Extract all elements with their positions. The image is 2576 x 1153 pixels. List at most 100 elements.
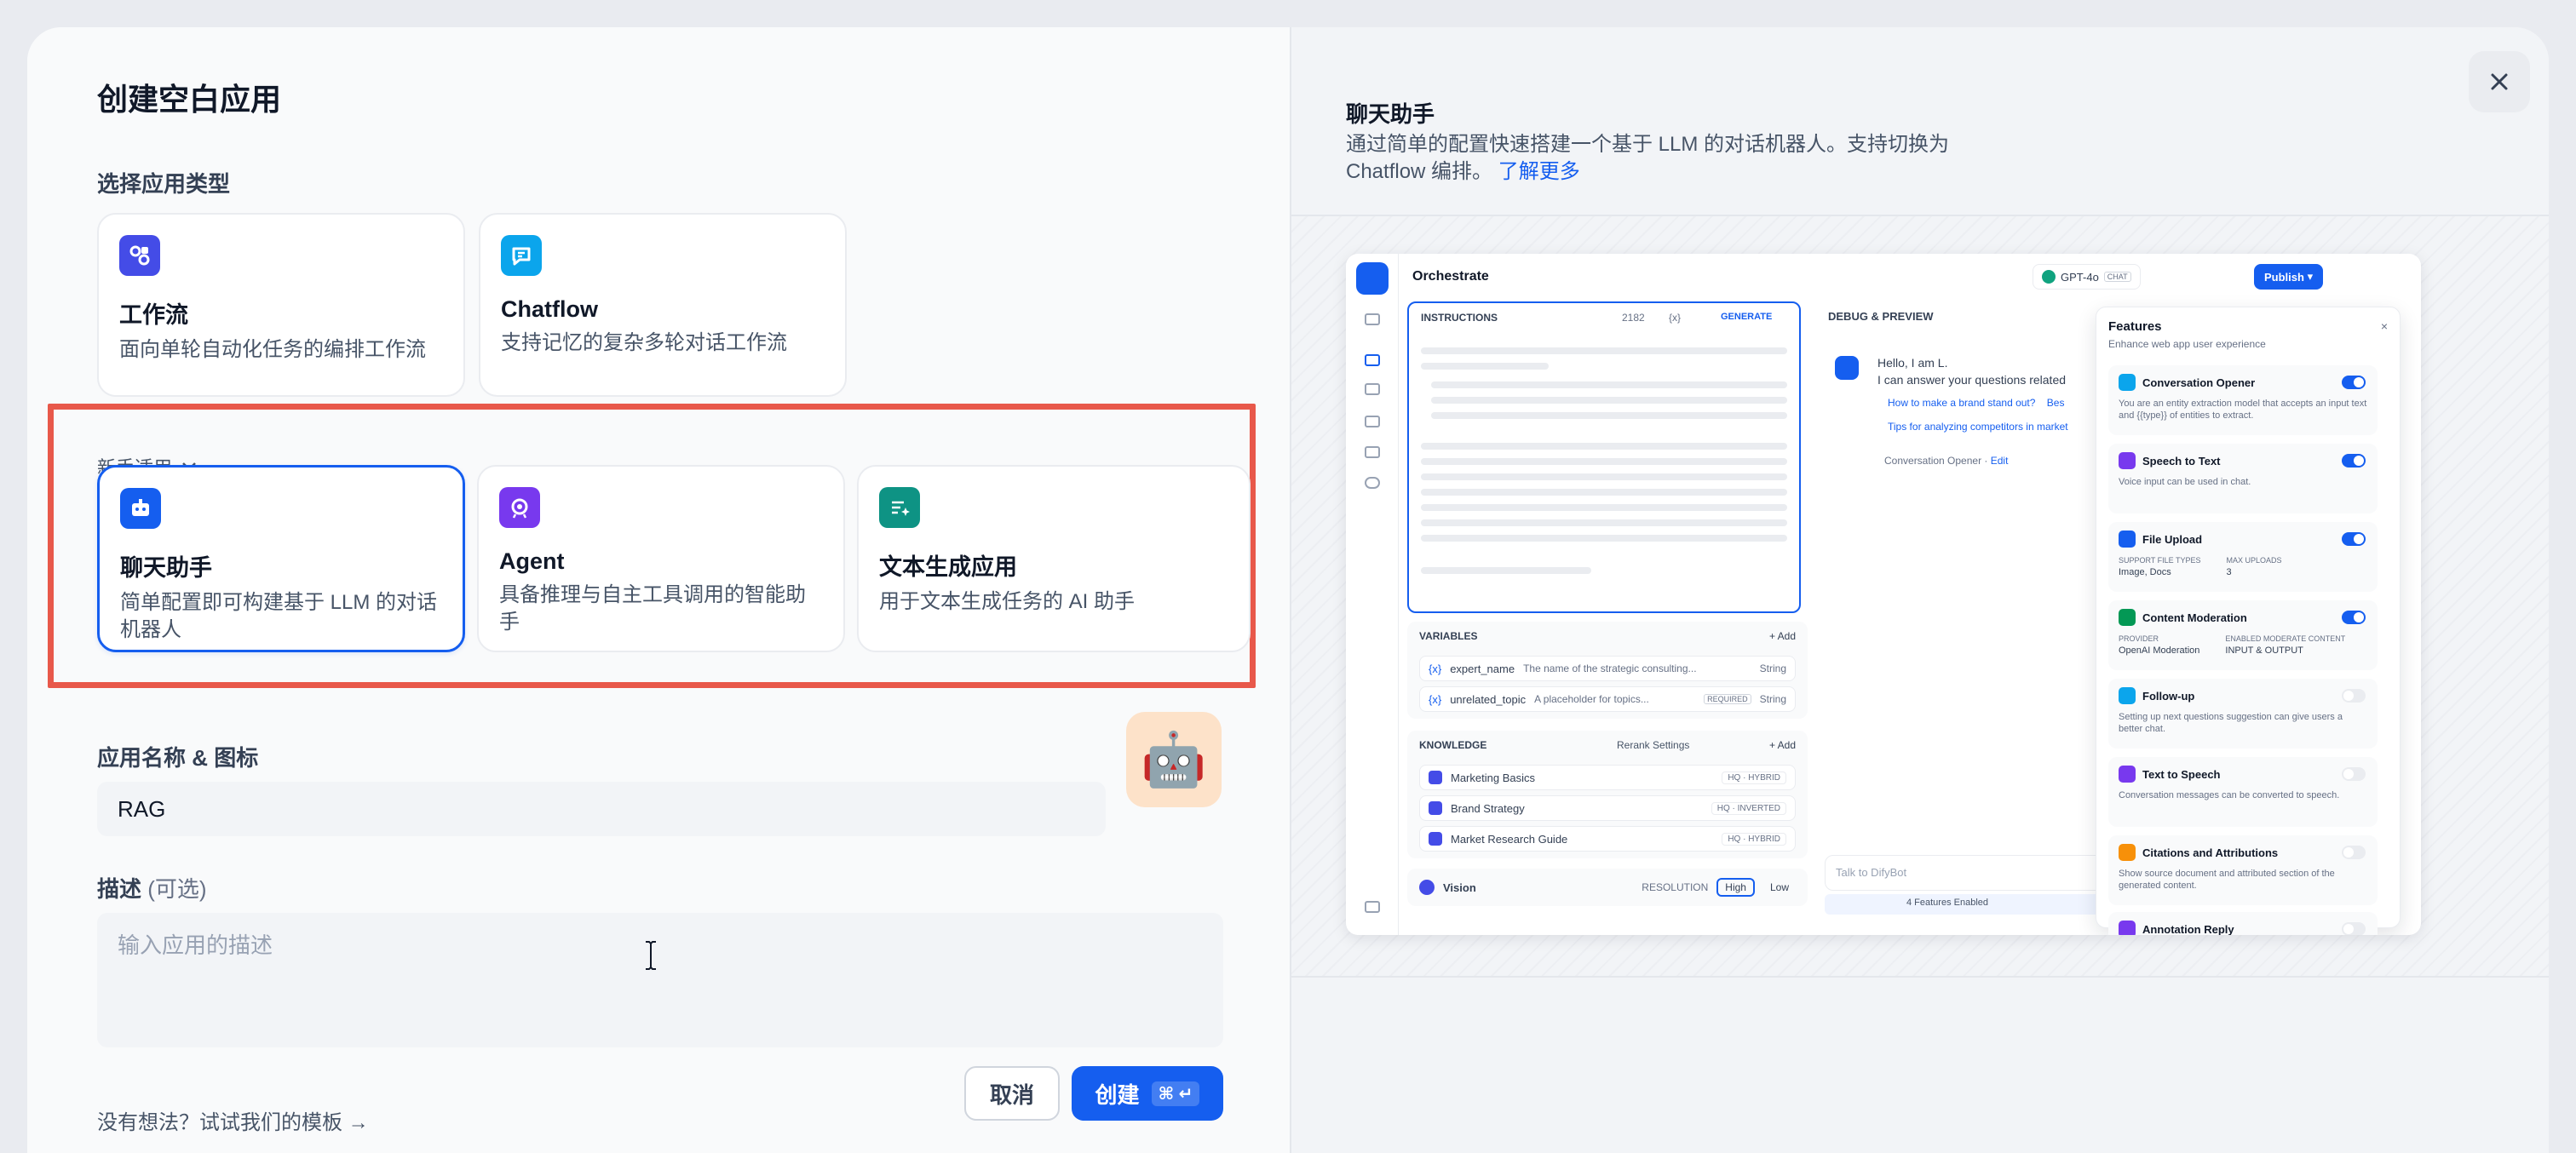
- mock-bot-avatar: [1835, 356, 1859, 380]
- feature-desc: You are an entity extraction model that …: [2119, 399, 2367, 421]
- mock-rail-icon: [1365, 901, 1380, 913]
- feature-desc: Conversation messages can be converted t…: [2119, 790, 2340, 800]
- app-type-card-agent[interactable]: Agent 具备推理与自主工具调用的智能助手: [477, 465, 845, 652]
- mock-add-variable: + Add: [1768, 630, 1796, 642]
- dataset-icon: [1429, 801, 1442, 815]
- app-type-card-chatflow[interactable]: Chatflow 支持记忆的复杂多轮对话工作流: [479, 213, 847, 397]
- mock-text-line: [1421, 458, 1787, 465]
- create-button[interactable]: 创建 ⌘ ↵: [1072, 1066, 1223, 1121]
- variable-desc: A placeholder for topics...: [1534, 693, 1649, 705]
- description-label-text: 描述: [97, 876, 142, 902]
- app-type-card-workflow[interactable]: 工作流 面向单轮自动化任务的编排工作流: [97, 213, 465, 397]
- feature-meta-label: SUPPORT FILE TYPES: [2119, 556, 2201, 565]
- mock-knowledge-section: KNOWLEDGE Rerank Settings + Add Marketin…: [1407, 731, 1808, 858]
- opener-label-text: Conversation Opener: [1884, 455, 1982, 467]
- suggestion-text: How to make a brand stand out?: [1888, 397, 2036, 409]
- feature-name: Citations and Attributions: [2142, 846, 2279, 859]
- learn-more-link[interactable]: 了解更多: [1498, 160, 1580, 183]
- feature-icon: [2119, 374, 2136, 391]
- app-type-card-chatbot[interactable]: 聊天助手 简单配置即可构建基于 LLM 的对话机器人: [97, 465, 465, 652]
- feature-desc: Show source document and attributed sect…: [2119, 869, 2335, 891]
- mock-publish-label: Publish: [2264, 270, 2304, 284]
- mock-debug-label: DEBUG & PREVIEW: [1828, 310, 1934, 323]
- knowledge-tag: HQ · HYBRID: [1722, 832, 1786, 846]
- mock-text-line: [1421, 504, 1787, 511]
- features-title: Features: [2108, 319, 2162, 334]
- mock-variable-row: {x} expert_name The name of the strategi…: [1419, 656, 1796, 681]
- feature-icon: [2119, 766, 2136, 783]
- card-name: Agent: [499, 548, 565, 574]
- app-type-card-text-generator[interactable]: 文本生成应用 用于文本生成任务的 AI 助手: [857, 465, 1251, 652]
- mock-greeting-line1: Hello, I am L.: [1877, 356, 1948, 370]
- feature-name: Text to Speech: [2142, 767, 2221, 781]
- mock-res-low: Low: [1769, 881, 1789, 893]
- preview-desc-text: 通过简单的配置快速搭建一个基于 LLM 的对话机器人。支持切换为 Chatflo…: [1346, 133, 1950, 183]
- feature-text-to-speech: Text to Speech Conversation messages can…: [2108, 757, 2378, 827]
- modal-title: 创建空白应用: [97, 82, 282, 117]
- feature-icon: [2119, 921, 2136, 935]
- mock-text-line: [1421, 363, 1549, 370]
- cancel-button[interactable]: 取消: [964, 1066, 1060, 1121]
- app-icon-picker[interactable]: 🤖: [1126, 712, 1222, 807]
- feature-toggle: [2342, 846, 2366, 859]
- mock-knowledge-label: KNOWLEDGE: [1419, 739, 1487, 751]
- chatbot-icon: [120, 488, 161, 529]
- description-optional-text: (可选): [147, 876, 207, 902]
- card-desc: 简单配置即可构建基于 LLM 的对话机器人: [120, 591, 438, 641]
- create-app-modal: 创建空白应用 选择应用类型 工作流 面向单轮自动化任务的编排工作流 Chatfl…: [27, 27, 2549, 1153]
- mock-text-line: [1431, 397, 1787, 404]
- feature-speech-to-text: Speech to Text Voice input can be used i…: [2108, 444, 2378, 513]
- agent-icon: [499, 487, 540, 528]
- knowledge-name: Marketing Basics: [1451, 771, 1535, 784]
- card-name: Chatflow: [501, 296, 598, 322]
- mock-rail-icon: [1365, 446, 1380, 458]
- feature-meta-label: ENABLED MODERATE CONTENT: [2225, 634, 2346, 643]
- mock-vision-section: Vision RESOLUTION High Low: [1407, 869, 1808, 906]
- close-button[interactable]: [2469, 51, 2530, 112]
- feature-icon: [2119, 687, 2136, 704]
- feature-toggle: [2342, 767, 2366, 781]
- mock-model-selector: GPT-4o CHAT: [2033, 264, 2141, 290]
- feature-icon: [2119, 609, 2136, 626]
- variable-required-badge: REQUIRED: [1704, 694, 1751, 704]
- mock-variable-row: {x} unrelated_topic A placeholder for to…: [1419, 686, 1796, 712]
- mock-rail-icon: [1365, 313, 1380, 325]
- eye-icon: [1419, 880, 1435, 895]
- feature-content-moderation: Content Moderation PROVIDER OpenAI Modera…: [2108, 600, 2378, 670]
- description-textarea[interactable]: 输入应用的描述: [97, 913, 1223, 1047]
- feature-meta: SUPPORT FILE TYPES Image, Docs MAX UPLOAD…: [2119, 554, 2367, 578]
- mock-text-line: [1421, 473, 1787, 480]
- mock-rail-icon: [1365, 416, 1380, 427]
- feature-name: Conversation Opener: [2142, 376, 2256, 389]
- mock-rail-icon: [1365, 477, 1380, 489]
- mock-generate-button: GENERATE: [1721, 312, 1773, 322]
- mock-knowledge-row: Brand Strategy HQ · INVERTED: [1419, 795, 1796, 821]
- mock-instructions-count: 2182: [1622, 312, 1645, 324]
- app-name-input[interactable]: RAG: [97, 782, 1106, 836]
- features-close-icon: ×: [2380, 319, 2388, 333]
- preview-mock-screenshot: Orchestrate GPT-4o CHAT Publish ▾ INSTRU…: [1346, 254, 2421, 935]
- card-name: 工作流: [119, 302, 188, 328]
- mock-model-badge: CHAT: [2103, 272, 2131, 282]
- knowledge-name: Brand Strategy: [1451, 801, 1525, 815]
- mock-text-line: [1431, 381, 1787, 388]
- feature-name: Annotation Reply: [2142, 922, 2234, 936]
- mock-sidebar: [1346, 254, 1399, 935]
- template-link[interactable]: 没有想法？试试我们的模板 →: [97, 1105, 369, 1135]
- variable-icon: {x}: [1429, 662, 1442, 675]
- feature-desc: Setting up next questions suggestion can…: [2119, 712, 2343, 734]
- feature-toggle: [2342, 532, 2366, 546]
- mock-text-line: [1431, 412, 1787, 419]
- variable-name: expert_name: [1450, 662, 1515, 675]
- feature-meta-label: MAX UPLOADS: [2226, 556, 2282, 565]
- mock-var-button: {x}: [1669, 312, 1682, 324]
- mock-instructions-box: INSTRUCTIONS 2182 {x} GENERATE: [1407, 301, 1801, 613]
- card-desc: 具备推理与自主工具调用的智能助手: [499, 583, 806, 634]
- name-icon-label: 应用名称 & 图标: [97, 745, 259, 771]
- mock-rail-icon: [1365, 354, 1380, 366]
- feature-name: Speech to Text: [2142, 454, 2221, 468]
- chatflow-icon: [501, 235, 542, 276]
- mock-add-label: Add: [1777, 630, 1796, 642]
- feature-icon: [2119, 531, 2136, 548]
- variable-icon: {x}: [1429, 692, 1442, 706]
